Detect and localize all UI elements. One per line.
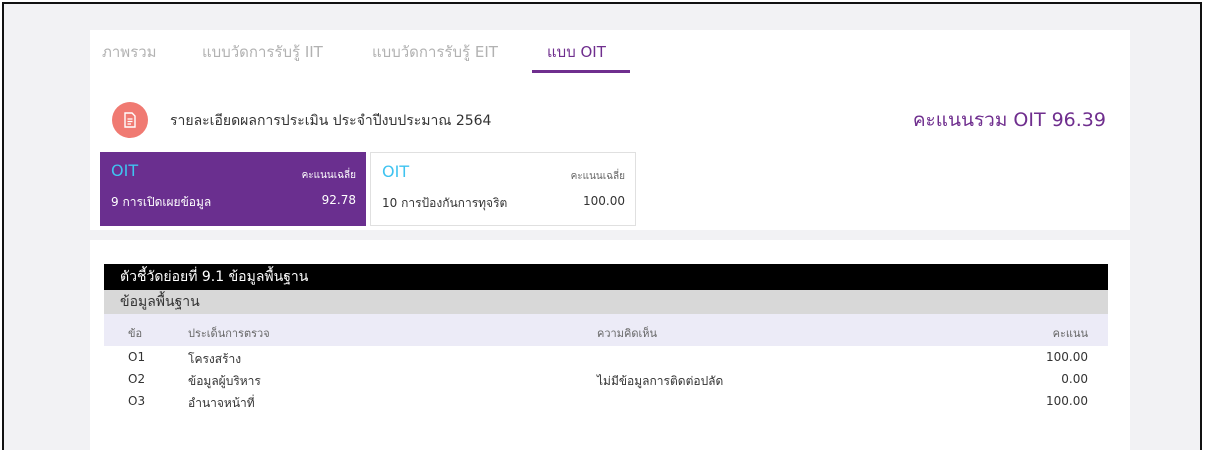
group-title: ข้อมูลพื้นฐาน [104,290,1108,314]
indicator-code: OIT [111,161,139,180]
section-title: ตัวชี้วัดย่อยที่ 9.1 ข้อมูลพื้นฐาน [104,264,1108,290]
indicator-card-10[interactable]: OIT คะแนนเฉลี่ย 10 การป้องกันการทุจริต 1… [370,152,636,226]
column-header-item: ประเด็นการตรวจ [188,327,270,340]
column-header-score: คะแนน [1052,327,1088,340]
table-row: O2 ข้อมูลผู้บริหาร ไม่มีข้อมูลการติดต่อป… [104,368,1108,390]
indicator-code: OIT [382,162,410,181]
row-no: O2 [128,372,146,386]
row-item: โครงสร้าง [188,352,242,366]
page-frame: ภาพรวม แบบวัดการรับรู้ IIT แบบวัดการรับร… [2,2,1202,450]
table-row: O3 อำนาจหน้าที่ 100.00 [104,390,1108,412]
table-header: ข้อ ประเด็นการตรวจ ความคิดเห็น คะแนน [104,314,1108,346]
average-label: คะแนนเฉลี่ย [301,170,356,181]
column-header-no: ข้อ [128,327,143,340]
row-score: 100.00 [1046,394,1088,408]
active-tab-indicator [532,70,630,73]
average-label: คะแนนเฉลี่ย [570,171,625,182]
total-score: คะแนนรวม OIT 96.39 [912,109,1106,131]
row-item: อำนาจหน้าที่ [188,396,255,410]
tab-oit[interactable]: แบบ OIT [547,40,606,64]
row-comment: ไม่มีข้อมูลการติดต่อปลัด [597,374,724,388]
detail-table: ตัวชี้วัดย่อยที่ 9.1 ข้อมูลพื้นฐาน ข้อมู… [104,264,1108,412]
summary-card: ภาพรวม แบบวัดการรับรู้ IIT แบบวัดการรับร… [90,30,1130,230]
row-no: O1 [128,350,146,364]
detail-card: ตัวชี้วัดย่อยที่ 9.1 ข้อมูลพื้นฐาน ข้อมู… [90,240,1130,450]
table-row: O1 โครงสร้าง 100.00 [104,346,1108,368]
row-score: 0.00 [1061,372,1088,386]
tab-bar: ภาพรวม แบบวัดการรับรู้ IIT แบบวัดการรับร… [90,30,1130,76]
tab-iit[interactable]: แบบวัดการรับรู้ IIT [202,40,323,64]
tab-overview[interactable]: ภาพรวม [102,40,157,64]
document-icon [112,102,148,138]
row-item: ข้อมูลผู้บริหาร [188,374,261,388]
tab-eit[interactable]: แบบวัดการรับรู้ EIT [372,40,498,64]
indicator-score: 92.78 [321,193,356,207]
indicator-name: 10 การป้องกันการทุจริต [382,196,508,210]
indicator-card-9[interactable]: OIT คะแนนเฉลี่ย 9 การเปิดเผยข้อมูล 92.78 [100,152,366,226]
column-header-comment: ความคิดเห็น [597,327,657,340]
report-title: รายละเอียดผลการประเมิน ประจำปีงบประมาณ 2… [170,113,492,129]
row-no: O3 [128,394,146,408]
indicator-score: 100.00 [583,194,625,208]
row-score: 100.00 [1046,350,1088,364]
indicator-name: 9 การเปิดเผยข้อมูล [111,195,212,209]
